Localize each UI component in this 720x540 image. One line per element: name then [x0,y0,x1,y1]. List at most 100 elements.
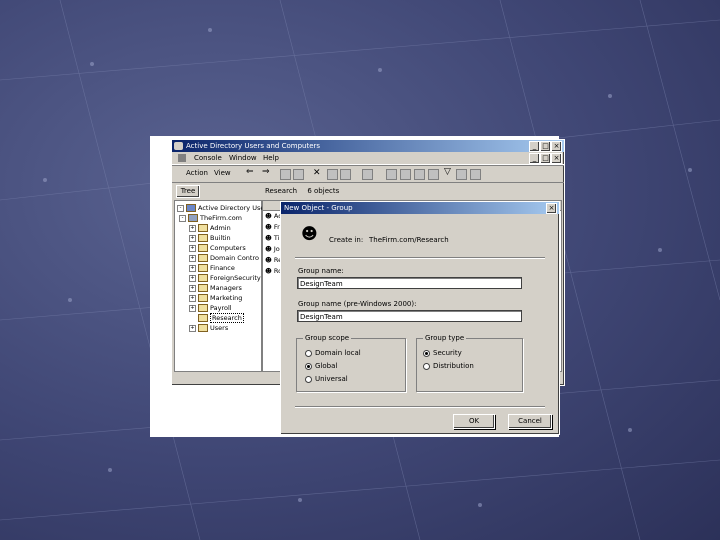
show-tree-icon[interactable] [293,169,304,180]
folder-icon [198,324,208,332]
console-icon [178,154,186,162]
minimize-button[interactable]: _ [529,141,540,152]
button-separator [295,406,545,408]
folder-icon [198,274,208,282]
domain-local-label: Domain local [315,349,361,357]
mmc-icon [174,142,183,150]
ou-folder-icon [198,294,208,302]
tree-item-marketing[interactable]: + Marketing [189,293,242,303]
radio-security[interactable] [423,350,430,357]
create-in-label: Create in: [329,236,364,244]
new-group-icon[interactable] [414,169,425,180]
folder-icon [198,234,208,242]
ou-folder-icon [198,254,208,262]
group-type-box: Group type Security Distribution [416,334,523,392]
tree-item-managers[interactable]: + Managers [189,283,242,293]
ou-folder-icon [198,284,208,292]
menu-help[interactable]: Help [263,152,279,164]
refresh-icon[interactable] [340,169,351,180]
child-minimize-button[interactable]: _ [529,153,540,164]
group-name-pre2000-input[interactable]: DesignTeam [297,310,522,322]
find-icon[interactable] [456,169,467,180]
tree-item-users[interactable]: + Users [189,323,228,333]
tree-header[interactable]: Tree [176,185,200,198]
collapse-icon: - [179,214,186,222]
user-icon: ☻ [265,223,272,231]
ou-folder-icon [198,314,208,322]
maximize-button[interactable]: □ [540,141,551,152]
tree-pane: - Active Directory Users - TheFirm.com + Ad… [174,200,270,372]
export-icon[interactable] [362,169,373,180]
collapse-icon: - [177,204,184,212]
tree-item-payroll[interactable]: + Payroll [189,303,232,313]
app-titlebar: Active Directory Users and Computers _ □… [172,140,564,152]
group-name-label: Group name: [298,267,344,275]
child-close-button[interactable]: × [551,153,562,164]
add-to-group-icon[interactable] [470,169,481,180]
global-label: Global [315,362,338,370]
distribution-label: Distribution [433,362,474,370]
radio-universal[interactable] [305,376,312,383]
radio-domain-local[interactable] [305,350,312,357]
details-header: Research 6 objects [262,185,560,197]
cancel-button[interactable]: Cancel [508,414,552,429]
folder-icon [198,244,208,252]
ou-folder-icon [198,224,208,232]
separator [295,257,545,259]
ou-folder-icon [198,264,208,272]
up-folder-icon[interactable] [280,169,291,180]
tree-item-research[interactable]: +Research [189,313,244,323]
tree-item-finance[interactable]: + Finance [189,263,235,273]
radio-global[interactable] [305,363,312,370]
user-icon: ☻ [265,212,272,220]
group-type-title: Group type [423,334,467,342]
app-title: Active Directory Users and Computers [186,142,321,150]
tree-item-foreign-security[interactable]: + ForeignSecurity [189,273,261,283]
back-arrow-icon[interactable]: ⇐ [246,167,254,177]
child-maximize-button[interactable]: □ [540,153,551,164]
list-item[interactable]: ☻ Fr [265,222,280,232]
forward-arrow-icon[interactable]: ⇒ [262,167,270,177]
tree-item-builtin[interactable]: + Builtin [189,233,231,243]
group-icon: ☻ [301,224,318,243]
user-icon: ☻ [265,234,272,242]
radio-distribution[interactable] [423,363,430,370]
tree-item-domain-controllers[interactable]: + Domain Contro [189,253,259,263]
dialog-titlebar: New Object - Group × [281,202,559,214]
new-group-dialog: New Object - Group × ☻ Create in: TheFir… [280,201,560,435]
list-item[interactable]: ☻ Ti [265,233,279,243]
ou-folder-icon [198,304,208,312]
toolbar: Action View ⇐ ⇒ ✕ ▽ [172,165,564,183]
group-name-pre2000-label: Group name (pre-Windows 2000): [298,300,417,308]
ok-button[interactable]: OK [453,414,495,429]
user-icon: ☻ [265,256,272,264]
group-scope-title: Group scope [303,334,352,342]
view-menu[interactable]: View [214,167,231,179]
dialog-title: New Object - Group [284,204,353,212]
menu-window[interactable]: Window [229,152,257,164]
group-icon: ☻ [265,267,272,275]
action-menu[interactable]: Action [186,167,208,179]
dialog-close-button[interactable]: × [546,203,557,214]
menu-console[interactable]: Console [194,152,222,164]
tree-item-admin[interactable]: + Admin [189,223,231,233]
tree-root[interactable]: - Active Directory Users [177,203,270,213]
new-ou-icon[interactable] [428,169,439,180]
user-icon: ☻ [265,245,272,253]
filter-icon[interactable]: ▽ [444,167,451,177]
tree-item-computers[interactable]: + Computers [189,243,246,253]
tree-domain[interactable]: - TheFirm.com [179,213,242,223]
group-scope-box: Group scope Domain local Global Universa… [296,334,406,392]
universal-label: Universal [315,375,348,383]
ad-icon [186,204,196,212]
help-icon[interactable] [386,169,397,180]
domain-icon [188,214,198,222]
container-name: Research [265,187,298,195]
menu-bar: Console Window Help _ □ × [172,152,564,165]
new-user-icon[interactable] [400,169,411,180]
delete-icon[interactable]: ✕ [313,168,321,178]
list-item[interactable]: ☻ Jo [265,244,280,254]
group-name-input[interactable]: DesignTeam [297,277,522,289]
close-button[interactable]: × [551,141,562,152]
properties-icon[interactable] [327,169,338,180]
